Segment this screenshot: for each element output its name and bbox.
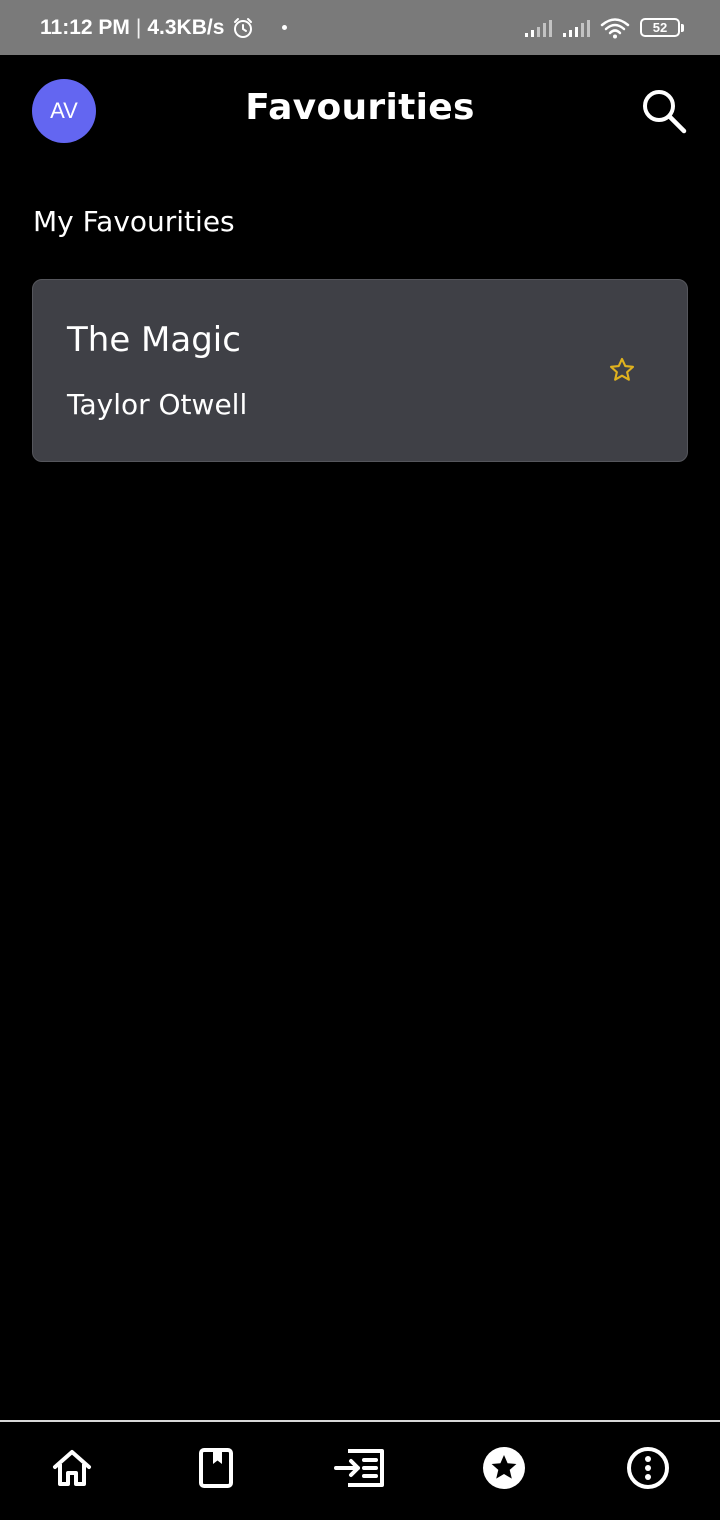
status-time: 11:12 PM: [40, 15, 130, 39]
status-separator: |: [135, 15, 142, 39]
battery-icon: 52: [640, 18, 684, 37]
favourite-card[interactable]: The Magic Taylor Otwell: [32, 279, 688, 462]
wifi-icon: [600, 17, 630, 39]
home-icon: [51, 1448, 93, 1492]
signal-icon-2: [562, 19, 590, 37]
status-left: 11:12 PM | 4.3KB/s: [40, 15, 288, 40]
star-circle-icon: [482, 1446, 526, 1494]
book-title: The Magic: [67, 320, 241, 360]
battery-level: 52: [640, 18, 680, 37]
nav-favourites-button[interactable]: [468, 1434, 540, 1506]
signal-icon: [524, 19, 552, 37]
book-author: Taylor Otwell: [67, 388, 248, 421]
search-button[interactable]: [632, 81, 696, 145]
nav-library-button[interactable]: [180, 1434, 252, 1506]
page-title: Favourities: [245, 87, 475, 128]
more-info-icon: [626, 1446, 670, 1494]
search-icon: [639, 86, 689, 140]
section-title: My Favourities: [33, 205, 235, 238]
import-list-icon: [334, 1448, 386, 1492]
favourite-toggle-button[interactable]: [602, 352, 642, 392]
app-header: AV Favourities: [0, 55, 720, 170]
book-icon: [198, 1447, 234, 1493]
battery-tip: [681, 23, 684, 32]
star-outline-icon: [608, 356, 636, 388]
network-speed: 4.3KB/s: [147, 15, 225, 39]
status-bar: 11:12 PM | 4.3KB/s 52: [0, 0, 720, 55]
bottom-nav: [0, 1420, 720, 1520]
notification-dot-icon: [282, 25, 288, 30]
nav-import-button[interactable]: [324, 1434, 396, 1506]
status-right: 52: [524, 17, 684, 39]
nav-home-button[interactable]: [36, 1434, 108, 1506]
nav-more-button[interactable]: [612, 1434, 684, 1506]
alarm-icon: [232, 17, 254, 39]
